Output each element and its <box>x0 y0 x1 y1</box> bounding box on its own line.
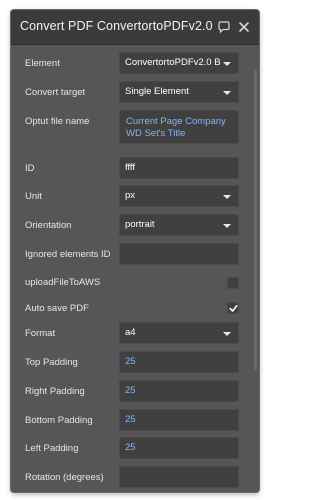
chevron-down-icon <box>223 224 231 228</box>
right-padding-input[interactable]: 25 <box>119 380 239 402</box>
convert-target-dropdown[interactable]: Single Element <box>119 81 239 103</box>
top-padding-label: Top Padding <box>25 357 78 368</box>
left-padding-input[interactable]: 25 <box>119 437 239 459</box>
bottom-padding-input[interactable]: 25 <box>119 409 239 431</box>
upload-to-aws-label: uploadFileToAWS <box>25 277 101 288</box>
properties-list: Element ConvertortoPDFv2.0 B Convert tar… <box>11 45 259 492</box>
output-file-name-input[interactable]: Current Page Company WD Set's Title <box>119 110 239 144</box>
ignored-elements-id-input[interactable] <box>119 243 239 265</box>
ignored-elements-id-label: Ignored elements ID <box>25 249 111 260</box>
bottom-padding-label: Bottom Padding <box>25 415 93 426</box>
unit-value: px <box>125 190 136 201</box>
rotation-input[interactable] <box>119 466 239 488</box>
chevron-down-icon <box>223 62 231 66</box>
panel-title: Convert PDF ConvertortoPDFv2.0 <box>20 19 213 33</box>
right-padding-label: Right Padding <box>25 386 85 397</box>
top-padding-value: 25 <box>125 356 136 367</box>
auto-save-pdf-label: Auto save PDF <box>25 303 89 314</box>
unit-dropdown[interactable]: px <box>119 185 239 207</box>
unit-label: Unit <box>25 191 42 202</box>
convert-target-label: Convert target <box>25 87 86 98</box>
format-dropdown[interactable]: a4 <box>119 322 239 344</box>
close-icon[interactable] <box>237 20 251 34</box>
top-padding-input[interactable]: 25 <box>119 351 239 373</box>
comment-icon[interactable] <box>217 20 231 34</box>
title-bar[interactable]: Convert PDF ConvertortoPDFv2.0 <box>11 10 259 45</box>
id-label: ID <box>25 163 35 174</box>
left-padding-label: Left Padding <box>25 443 79 454</box>
left-padding-value: 25 <box>125 442 136 453</box>
chevron-down-icon <box>223 91 231 95</box>
output-file-name-line-1: Current Page Company <box>126 116 226 127</box>
auto-save-pdf-checkbox[interactable] <box>227 302 239 314</box>
chevron-down-icon <box>223 195 231 199</box>
right-padding-value: 25 <box>125 385 136 396</box>
element-dropdown[interactable]: ConvertortoPDFv2.0 B <box>119 52 239 74</box>
element-value: ConvertortoPDFv2.0 B <box>125 57 221 68</box>
orientation-label: Orientation <box>25 220 72 231</box>
convert-target-value: Single Element <box>125 86 189 97</box>
output-file-name-label: Optut file name <box>25 116 90 127</box>
bottom-padding-value: 25 <box>125 414 136 425</box>
property-editor-panel: Convert PDF ConvertortoPDFv2.0 Element C… <box>11 10 259 492</box>
id-value: ffff <box>125 162 136 173</box>
chevron-down-icon <box>223 332 231 336</box>
output-file-name-line-2: WD Set's Title <box>126 128 186 139</box>
orientation-dropdown[interactable]: portrait <box>119 214 239 236</box>
rotation-label: Rotation (degrees) <box>25 472 104 483</box>
scrollbar-thumb[interactable] <box>254 70 257 370</box>
format-value: a4 <box>125 327 136 338</box>
checkmark-icon <box>229 305 238 312</box>
id-input[interactable]: ffff <box>119 157 239 179</box>
upload-to-aws-checkbox[interactable] <box>227 277 239 289</box>
orientation-value: portrait <box>125 219 155 230</box>
element-label: Element <box>25 58 60 69</box>
format-label: Format <box>25 328 56 339</box>
